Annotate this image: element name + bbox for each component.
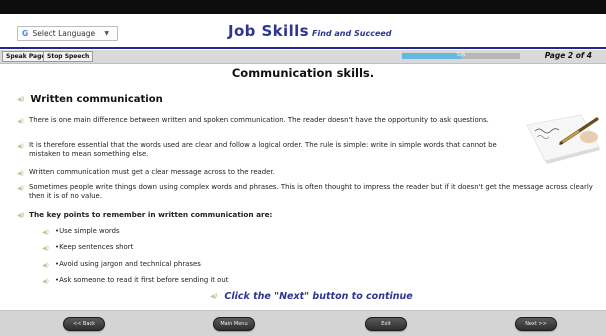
key-points-heading: ◀) The key points to remember in written… bbox=[17, 210, 577, 219]
list-item: ◀) •Ask someone to read it first before … bbox=[42, 276, 228, 285]
list-item: ◀) •Use simple words bbox=[42, 227, 120, 236]
paragraph: ◀) It is therefore essential that the wo… bbox=[17, 141, 522, 159]
speaker-icon[interactable]: ◀) bbox=[210, 293, 217, 300]
app-title-text: Job Skills bbox=[228, 22, 309, 40]
language-selector[interactable]: G Select Language ▼ bbox=[17, 26, 118, 41]
footer-nav: << Back Main Menu Exit Next >> bbox=[0, 310, 606, 336]
app-subtitle: Find and Succeed bbox=[311, 29, 392, 38]
speaker-icon[interactable]: ◀) bbox=[17, 96, 24, 103]
toolbar: Speak Page Stop Speech 50% Page 2 of 4 bbox=[0, 50, 606, 64]
list-item-text: •Keep sentences short bbox=[55, 243, 134, 251]
page-title: Communication skills. bbox=[231, 66, 375, 80]
paragraph: ◀) Written communication must get a clea… bbox=[17, 168, 577, 177]
stop-speech-button[interactable]: Stop Speech bbox=[43, 51, 94, 62]
speaker-icon[interactable]: ◀) bbox=[42, 228, 49, 237]
speaker-icon[interactable]: ◀) bbox=[17, 142, 24, 151]
back-button[interactable]: << Back bbox=[63, 317, 105, 331]
main-content: Communication skills. ◀) Written communic… bbox=[0, 64, 606, 310]
section-heading-text: Written communication bbox=[30, 94, 163, 105]
continue-instruction-text: Click the "Next" button to continue bbox=[224, 291, 413, 302]
paragraph-text: Sometimes people write things down using… bbox=[29, 183, 593, 200]
language-selector-label: Select Language bbox=[32, 29, 96, 38]
pen-writing-image bbox=[523, 113, 602, 164]
speaker-icon[interactable]: ◀) bbox=[17, 211, 24, 220]
list-item-text: •Use simple words bbox=[55, 227, 120, 235]
paragraph: ◀) Sometimes people write things down us… bbox=[17, 183, 597, 201]
main-menu-button[interactable]: Main Menu bbox=[213, 317, 255, 331]
key-points-heading-text: The key points to remember in written co… bbox=[29, 210, 273, 219]
progress-bar: 50% bbox=[402, 52, 520, 59]
speaker-icon[interactable]: ◀) bbox=[17, 169, 24, 178]
list-item-text: •Ask someone to read it first before sen… bbox=[55, 276, 229, 284]
header-divider bbox=[0, 47, 606, 49]
google-translate-icon: G bbox=[22, 29, 29, 38]
page-indicator: Page 2 of 4 bbox=[544, 51, 592, 60]
speaker-icon[interactable]: ◀) bbox=[42, 244, 49, 253]
next-button[interactable]: Next >> bbox=[515, 317, 557, 331]
continue-instruction: ◀) Click the "Next" button to continue bbox=[210, 291, 413, 302]
exit-button[interactable]: Exit bbox=[365, 317, 407, 331]
chevron-down-icon: ▼ bbox=[104, 30, 109, 37]
paragraph: ◀) There is one main difference between … bbox=[17, 116, 517, 125]
speaker-icon[interactable]: ◀) bbox=[17, 184, 24, 193]
list-item: ◀) •Avoid using jargon and technical phr… bbox=[42, 260, 201, 269]
top-bar bbox=[0, 0, 606, 14]
section-heading: ◀) Written communication bbox=[17, 94, 163, 105]
list-item-text: •Avoid using jargon and technical phrase… bbox=[55, 260, 201, 268]
header: G Select Language ▼ Job Skills Find and S… bbox=[0, 14, 606, 46]
list-item: ◀) •Keep sentences short bbox=[42, 243, 133, 252]
speaker-icon[interactable]: ◀) bbox=[42, 261, 49, 270]
paragraph-text: There is one main difference between wri… bbox=[29, 116, 489, 124]
app-title: Job Skills Find and Succeed bbox=[228, 22, 392, 40]
progress-label: 50% bbox=[456, 52, 466, 57]
speaker-icon[interactable]: ◀) bbox=[17, 117, 24, 126]
paragraph-text: It is therefore essential that the words… bbox=[29, 141, 497, 158]
paragraph-text: Written communication must get a clear m… bbox=[29, 168, 275, 176]
speaker-icon[interactable]: ◀) bbox=[42, 277, 49, 286]
